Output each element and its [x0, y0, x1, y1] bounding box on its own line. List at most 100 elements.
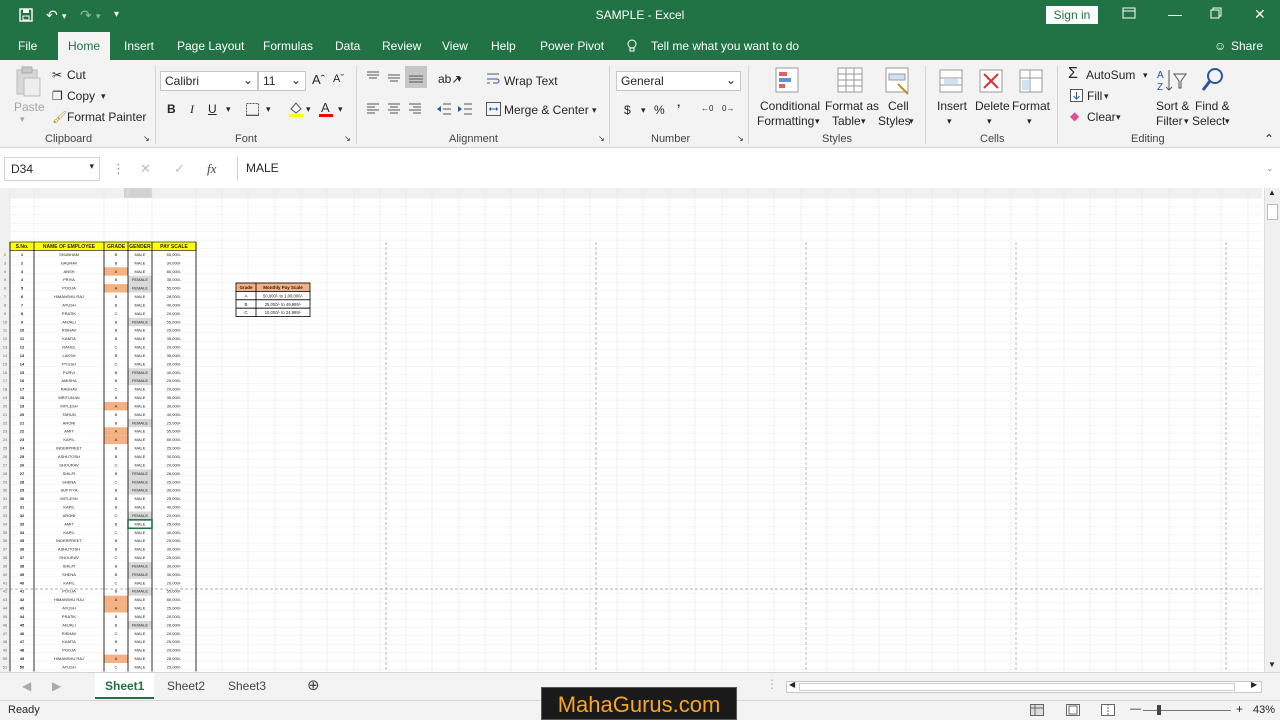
tab-review[interactable]: Review — [382, 39, 421, 53]
zoom-slider-thumb[interactable] — [1157, 705, 1161, 715]
sign-in-button[interactable]: Sign in — [1046, 6, 1098, 24]
fill-icon[interactable] — [1070, 89, 1083, 105]
share-button[interactable]: Share — [1231, 39, 1263, 53]
insert-cells-icon[interactable] — [938, 66, 964, 99]
comma-icon[interactable]: ’ — [677, 102, 680, 116]
tab-splitter-icon[interactable]: ⋮ — [766, 677, 778, 691]
scroll-up-icon[interactable]: ▲ — [1268, 188, 1276, 197]
cut-icon[interactable]: ✂ — [52, 68, 62, 82]
underline-icon[interactable]: U — [208, 102, 217, 116]
clipboard-launcher-icon[interactable]: ↘ — [143, 134, 150, 143]
cell-styles-icon[interactable] — [884, 66, 912, 99]
paste-dropdown-icon[interactable]: ▾ — [20, 114, 25, 125]
merge-dropdown-icon[interactable]: ▾ — [592, 105, 597, 116]
font-color-dropdown-icon[interactable]: ▾ — [338, 104, 343, 115]
next-sheet-icon[interactable]: ▶ — [52, 679, 61, 693]
insert-cells-button[interactable]: Insert — [937, 99, 967, 113]
clear-button[interactable]: Clear — [1087, 110, 1116, 124]
insert-function-icon[interactable]: fx — [207, 161, 216, 177]
sheet-tab-sheet2[interactable]: Sheet2 — [167, 679, 205, 693]
format-painter-button[interactable]: Format Painter — [67, 110, 146, 124]
merge-center-button[interactable]: Merge & Center — [504, 103, 589, 117]
increase-decimal-icon[interactable]: ←0 — [701, 104, 713, 113]
autosum-button[interactable]: AutoSum — [1086, 68, 1135, 82]
cancel-icon[interactable]: ✕ — [140, 161, 151, 177]
delete-cells-button[interactable]: Delete — [975, 99, 1010, 113]
name-box-dropdown-icon[interactable]: ▾ — [89, 161, 94, 172]
sort-filter-label-2[interactable]: Filter — [1156, 114, 1183, 128]
conditional-formatting-label-2[interactable]: Formatting — [757, 114, 814, 128]
decrease-indent-icon[interactable] — [436, 102, 452, 119]
font-color-icon[interactable]: A — [318, 100, 334, 121]
close-icon[interactable]: ✕ — [1254, 6, 1266, 23]
tab-page-layout[interactable]: Page Layout — [177, 39, 244, 53]
vertical-scroll-thumb[interactable] — [1267, 204, 1278, 220]
sort-filter-label-1[interactable]: Sort & — [1156, 99, 1189, 113]
sort-dropdown-icon[interactable]: ▾ — [1184, 116, 1189, 127]
format-dropdown-icon[interactable]: ▾ — [1027, 116, 1032, 127]
borders-dropdown-icon[interactable]: ▾ — [266, 104, 271, 115]
font-size-select[interactable]: 11 ⌄ — [258, 71, 306, 91]
merge-center-icon[interactable] — [486, 102, 501, 119]
tab-view[interactable]: View — [442, 39, 468, 53]
format-as-table-icon[interactable] — [836, 66, 864, 99]
orientation-dropdown-icon[interactable]: ▾ — [457, 74, 462, 85]
wrap-text-button[interactable]: Wrap Text — [504, 74, 558, 88]
find-dropdown-icon[interactable]: ▾ — [1225, 116, 1230, 127]
format-cells-icon[interactable] — [1018, 66, 1044, 99]
tab-insert[interactable]: Insert — [124, 39, 154, 53]
worksheet-grid[interactable]: S.No. NAME OF EMPLOYEE GRADE GENDER PAY SCAL… — [0, 188, 1262, 672]
wrap-text-icon[interactable] — [486, 72, 500, 89]
fill-color-icon[interactable] — [288, 100, 304, 121]
number-launcher-icon[interactable]: ↘ — [737, 134, 744, 143]
format-cells-button[interactable]: Format — [1012, 99, 1050, 113]
sheet-tab-sheet3[interactable]: Sheet3 — [228, 679, 266, 693]
cut-button[interactable]: Cut — [67, 68, 86, 82]
font-launcher-icon[interactable]: ↘ — [344, 134, 351, 143]
tab-file[interactable]: File — [18, 39, 37, 53]
fill-dropdown-icon[interactable]: ▾ — [1104, 91, 1109, 102]
enter-icon[interactable]: ✓ — [174, 161, 185, 177]
tab-data[interactable]: Data — [335, 39, 360, 53]
font-name-select[interactable]: Calibri ⌄ — [160, 71, 258, 91]
align-right-icon[interactable] — [408, 102, 422, 119]
borders-icon[interactable] — [246, 103, 259, 119]
percent-icon[interactable]: % — [654, 103, 665, 117]
autosum-dropdown-icon[interactable]: ▾ — [1143, 70, 1148, 81]
tab-formulas[interactable]: Formulas — [263, 39, 313, 53]
format-painter-icon[interactable]: 🖌 — [52, 110, 67, 124]
decrease-decimal-icon[interactable]: 0→ — [722, 104, 734, 113]
delete-cells-icon[interactable] — [978, 66, 1004, 99]
horizontal-scrollbar[interactable]: ◀ ▶ — [786, 680, 1262, 693]
tell-me-search[interactable]: Tell me what you want to do — [651, 39, 799, 53]
align-left-icon[interactable] — [366, 102, 380, 119]
tab-help[interactable]: Help — [491, 39, 516, 53]
eraser-icon[interactable]: ◆ — [1070, 109, 1079, 123]
prev-sheet-icon[interactable]: ◀ — [22, 679, 31, 693]
cell-styles-label-1[interactable]: Cell — [888, 99, 909, 113]
number-format-select[interactable]: General ⌄ — [616, 71, 741, 91]
new-sheet-icon[interactable]: ⊕ — [307, 676, 320, 694]
currency-icon[interactable]: $ — [624, 103, 631, 117]
format-as-table-label-2[interactable]: Table — [832, 114, 861, 128]
alignment-launcher-icon[interactable]: ↘ — [598, 134, 605, 143]
currency-dropdown-icon[interactable]: ▾ — [641, 105, 646, 116]
cell-styles-label-2[interactable]: Styles — [878, 114, 911, 128]
bold-icon[interactable]: B — [167, 102, 176, 116]
clear-dropdown-icon[interactable]: ▾ — [1116, 112, 1121, 123]
copy-button[interactable]: Copy — [67, 89, 95, 103]
sort-filter-icon[interactable]: AZ — [1157, 66, 1187, 99]
fill-color-dropdown-icon[interactable]: ▾ — [306, 104, 311, 115]
find-select-label-1[interactable]: Find & — [1195, 99, 1230, 113]
align-center-icon[interactable] — [387, 102, 401, 119]
underline-dropdown-icon[interactable]: ▾ — [226, 104, 231, 115]
italic-icon[interactable]: I — [190, 102, 194, 117]
scroll-left-icon[interactable]: ◀ — [789, 680, 795, 689]
copy-icon[interactable]: ❐ — [52, 89, 63, 103]
zoom-level[interactable]: 43% — [1253, 704, 1275, 716]
conditional-formatting-label-1[interactable]: Conditional — [760, 99, 820, 113]
scroll-right-icon[interactable]: ▶ — [1251, 680, 1257, 689]
decrease-font-icon[interactable]: Aˇ — [333, 73, 344, 85]
insert-dropdown-icon[interactable]: ▾ — [947, 116, 952, 127]
format-table-dropdown-icon[interactable]: ▾ — [861, 116, 866, 127]
